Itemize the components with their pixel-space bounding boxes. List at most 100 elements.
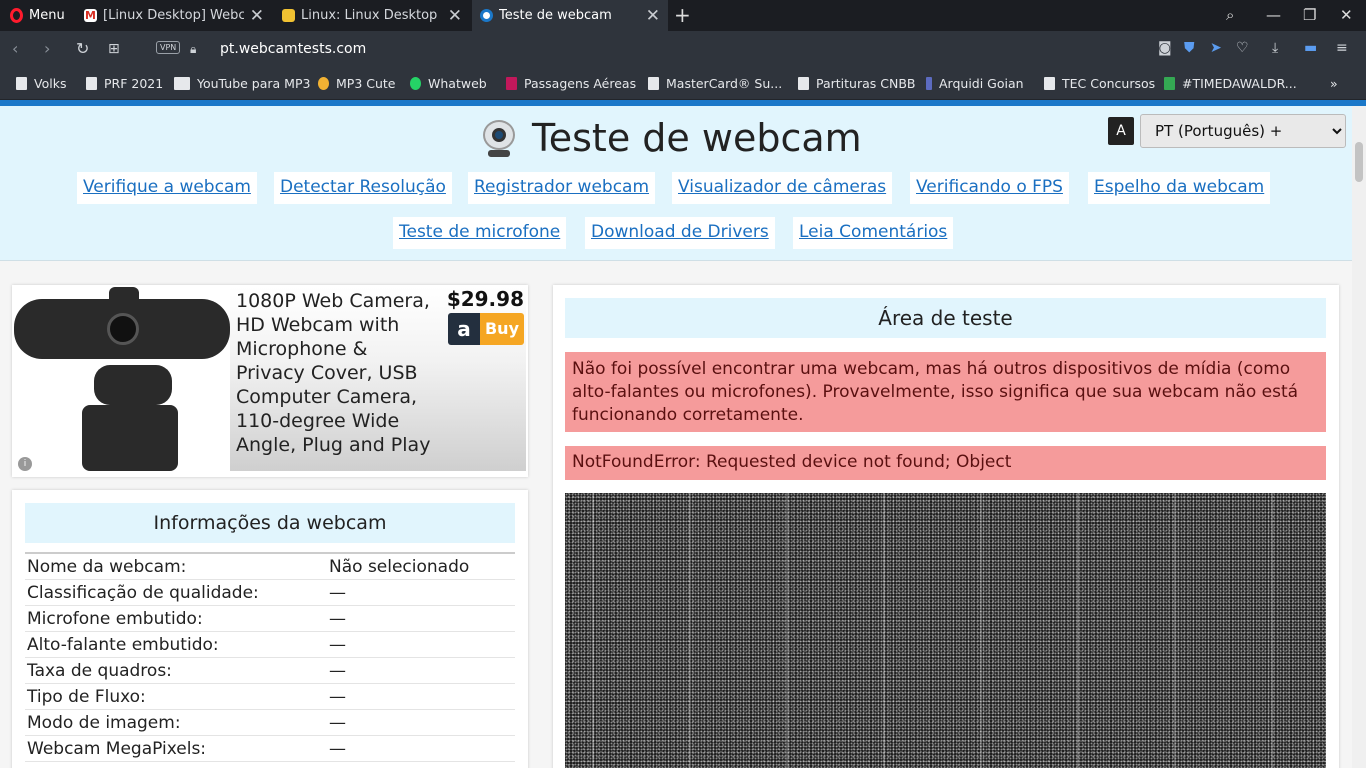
bookmark-item[interactable]: Arquidi Goian bbox=[926, 76, 1024, 91]
tux-icon bbox=[282, 9, 295, 22]
cross-icon bbox=[926, 77, 932, 90]
page-title: Teste de webcam bbox=[532, 116, 862, 160]
buy-button[interactable]: a Buy bbox=[448, 313, 524, 345]
info-table: Nome da webcam: Não selecionado Classific… bbox=[25, 552, 515, 762]
info-heading: Informações da webcam bbox=[25, 503, 515, 543]
language-select[interactable]: PT (Português) + bbox=[1140, 114, 1346, 148]
opera-menu-button[interactable]: Menu bbox=[4, 0, 71, 31]
info-value: — bbox=[329, 661, 346, 681]
test-area-panel: Área de teste Não foi possível encontrar… bbox=[553, 285, 1339, 768]
battery-icon[interactable]: ▬ bbox=[1304, 40, 1317, 56]
speed-dial-icon[interactable]: ⊞ bbox=[108, 41, 120, 57]
info-key: Nome da webcam: bbox=[27, 557, 187, 577]
bookmark-item[interactable]: PRF 2021 bbox=[86, 76, 163, 91]
url-field[interactable]: pt.webcamtests.com bbox=[220, 41, 366, 57]
nav-teste-microfone[interactable]: Teste de microfone bbox=[393, 217, 567, 249]
language-selector: A PT (Português) + bbox=[1108, 114, 1346, 148]
tab-linux-community[interactable]: Linux: Linux Desktop [Comunidade] ✕ bbox=[274, 0, 470, 31]
bookmark-item[interactable]: #TIMEDAWALDR... bbox=[1164, 76, 1297, 91]
tab-linux-desktop-webcam[interactable]: M [Linux Desktop] Webcam não funciona ✕ bbox=[76, 0, 272, 31]
forward-icon[interactable]: › bbox=[44, 39, 50, 58]
product-image[interactable]: i bbox=[14, 287, 230, 473]
nav-download-drivers[interactable]: Download de Drivers bbox=[585, 217, 775, 249]
minimize-icon[interactable]: — bbox=[1266, 6, 1281, 24]
restore-icon[interactable]: ❐ bbox=[1303, 6, 1316, 24]
close-icon[interactable]: ✕ bbox=[646, 6, 660, 26]
opera-logo-icon bbox=[10, 8, 23, 23]
airline-icon bbox=[506, 77, 517, 90]
info-value: — bbox=[329, 635, 346, 655]
site-header: Teste de webcam A PT (Português) + Verif… bbox=[0, 106, 1352, 261]
snapshot-icon[interactable]: ◙ bbox=[1158, 40, 1172, 56]
bookmark-label: YouTube para MP3 bbox=[197, 76, 311, 91]
new-tab-icon[interactable]: + bbox=[674, 3, 691, 27]
back-icon[interactable]: ‹ bbox=[12, 39, 18, 58]
page-scrollbar[interactable] bbox=[1352, 106, 1366, 768]
vpn-badge[interactable]: VPN bbox=[156, 41, 181, 54]
page-icon bbox=[16, 77, 27, 90]
webcam-site-icon bbox=[480, 9, 493, 22]
table-row: Taxa de quadros: — bbox=[25, 658, 515, 684]
close-window-icon[interactable]: ✕ bbox=[1340, 6, 1353, 24]
tab-title: Teste de webcam bbox=[499, 8, 612, 23]
site-title[interactable]: Teste de webcam bbox=[480, 116, 862, 160]
bookmark-item[interactable]: YouTube para MP3 bbox=[174, 76, 310, 91]
buy-label: Buy bbox=[480, 313, 524, 345]
bookmark-label: Volks bbox=[34, 76, 67, 91]
bookmark-item[interactable]: Volks bbox=[16, 76, 66, 91]
nav-verificando-fps[interactable]: Verificando o FPS bbox=[910, 172, 1069, 204]
heart-icon[interactable]: ♡ bbox=[1236, 40, 1249, 56]
table-row: Microfone embutido: — bbox=[25, 606, 515, 632]
tab-teste-de-webcam[interactable]: Teste de webcam ✕ bbox=[472, 0, 668, 31]
bookmark-item[interactable]: Partituras CNBB bbox=[798, 76, 916, 91]
nav-verifique-webcam[interactable]: Verifique a webcam bbox=[77, 172, 257, 204]
close-icon[interactable]: ✕ bbox=[250, 6, 264, 26]
nav-leia-comentarios[interactable]: Leia Comentários bbox=[793, 217, 954, 249]
bookmark-item[interactable]: MasterCard® Su... bbox=[648, 76, 782, 91]
info-value: — bbox=[329, 739, 346, 759]
info-value: — bbox=[329, 609, 346, 629]
table-row: Alto-falante embutido: — bbox=[25, 632, 515, 658]
bookmark-item[interactable]: Whatweb bbox=[410, 76, 487, 91]
video-preview-static bbox=[565, 493, 1326, 768]
nav-visualizador-cameras[interactable]: Visualizador de câmeras bbox=[672, 172, 893, 204]
bookmark-item[interactable]: Passagens Aéreas bbox=[506, 76, 636, 91]
nav-espelho-webcam[interactable]: Espelho da webcam bbox=[1088, 172, 1271, 204]
webcam-info-panel: Informações da webcam Nome da webcam: Não… bbox=[12, 490, 528, 768]
menu-label: Menu bbox=[29, 8, 65, 23]
nav-detectar-resolucao[interactable]: Detectar Resolução bbox=[274, 172, 452, 204]
ad-info-icon[interactable]: i bbox=[18, 457, 32, 471]
bookmark-label: PRF 2021 bbox=[104, 76, 164, 91]
whatsapp-icon bbox=[410, 77, 421, 90]
scrollbar-thumb[interactable] bbox=[1355, 142, 1363, 182]
bookmarks-overflow-icon[interactable]: » bbox=[1330, 76, 1338, 91]
table-row: Webcam MegaPixels: — bbox=[25, 736, 515, 762]
amazon-icon: a bbox=[448, 313, 480, 345]
bookmark-label: Passagens Aéreas bbox=[524, 76, 637, 91]
close-icon[interactable]: ✕ bbox=[448, 6, 462, 26]
bookmark-item[interactable]: MP3 Cute bbox=[318, 76, 396, 91]
check-icon bbox=[86, 77, 97, 90]
ad-price: $29.98 bbox=[446, 287, 524, 311]
send-icon[interactable]: ➤ bbox=[1210, 40, 1222, 56]
test-heading: Área de teste bbox=[565, 298, 1326, 338]
nav-registrador-webcam[interactable]: Registrador webcam bbox=[468, 172, 656, 204]
bookmark-item[interactable]: TEC Concursos bbox=[1044, 76, 1155, 91]
browser-tab-bar: Menu M [Linux Desktop] Webcam não funcio… bbox=[0, 0, 1366, 31]
webcam-error-message: Não foi possível encontrar uma webcam, m… bbox=[565, 352, 1326, 432]
translate-icon: A bbox=[1108, 117, 1134, 145]
drive-icon bbox=[1164, 77, 1175, 90]
download-icon[interactable]: ⤓ bbox=[1272, 40, 1278, 56]
product-ad[interactable]: i 1080P Web Camera, HD Webcam with Micro… bbox=[12, 285, 528, 477]
shield-icon[interactable]: ⛊ bbox=[1184, 40, 1195, 56]
settings-icon[interactable]: ≡ bbox=[1336, 40, 1348, 56]
table-row: Modo de imagem: — bbox=[25, 710, 515, 736]
ad-text-panel[interactable]: 1080P Web Camera, HD Webcam with Microph… bbox=[230, 287, 526, 471]
ad-title[interactable]: 1080P Web Camera, HD Webcam with Microph… bbox=[236, 289, 436, 457]
reload-icon[interactable]: ↻ bbox=[76, 39, 89, 58]
lock-icon[interactable]: 🔒︎ bbox=[190, 42, 196, 57]
bookmark-label: MasterCard® Su... bbox=[666, 76, 783, 91]
table-row: Nome da webcam: Não selecionado bbox=[25, 554, 515, 580]
search-tabs-icon[interactable]: ⌕ bbox=[1226, 6, 1234, 24]
page-icon bbox=[648, 77, 659, 90]
